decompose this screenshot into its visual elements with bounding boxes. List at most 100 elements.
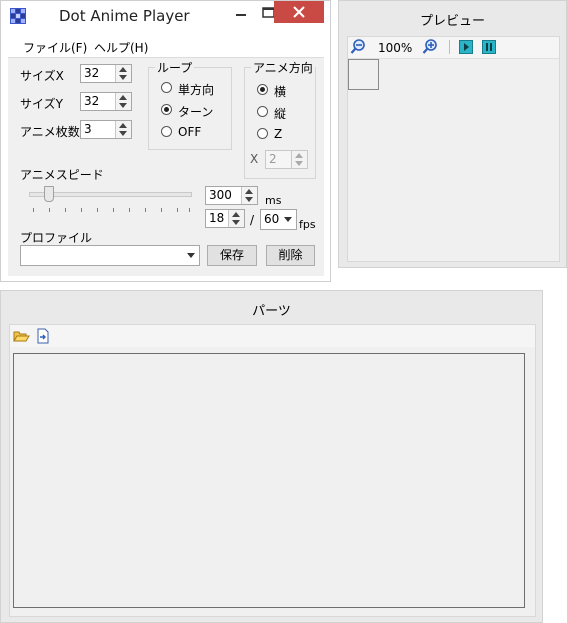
frames-per-value: 18 [209,211,225,225]
slider-tick [161,208,162,212]
radio-circle[interactable] [257,106,268,117]
slider-tick [97,208,98,212]
spin-down-icon[interactable] [245,197,253,202]
divider-slash: / [250,213,255,227]
spin-up-icon [295,153,303,158]
menu-file[interactable]: ファイル(F) [23,39,87,56]
fps-select[interactable]: 60 [260,209,297,230]
size-y-value: 32 [84,94,100,108]
loop-turn-label: ターン [178,105,214,119]
frames-spin-arrows[interactable] [115,121,131,138]
frames-per-spinner[interactable]: 18 [205,209,245,228]
radio-circle[interactable] [161,126,172,137]
parts-client-area [9,324,536,617]
direction-x-spinner: 2 [265,150,308,169]
preview-canvas [348,59,379,90]
zoom-level: 100% [378,41,413,55]
preview-title: プレビュー [419,14,485,29]
size-y-spin-arrows[interactable] [115,93,131,110]
spin-down-icon[interactable] [119,103,127,108]
spin-up-icon[interactable] [119,95,127,100]
direction-x-value: 2 [269,152,277,166]
direction-vertical-label: 縦 [274,107,287,121]
slider-tick [113,208,114,212]
minimize-button[interactable] [226,1,256,23]
spin-down-icon[interactable] [119,131,127,136]
loop-group: ループ 単方向 ターン OFF [148,59,232,150]
direction-x-label: X [250,152,259,166]
radio-circle-selected[interactable] [161,104,172,115]
size-x-spinner[interactable]: 32 [80,64,132,83]
spin-up-icon[interactable] [245,189,253,194]
profile-label: プロファイル [20,231,93,245]
loop-group-title: ループ [155,59,195,76]
title-bar[interactable]: Dot Anime Player [1,1,330,31]
direction-x-spin-arrows [291,151,307,168]
slider-tick [189,208,190,212]
preview-toolbar: 100% [348,37,559,59]
direction-group-title: アニメ方向 [251,59,315,76]
slider-tick [81,208,82,212]
spin-down-icon [295,161,303,166]
size-x-value: 32 [84,66,100,80]
radio-circle[interactable] [257,128,268,139]
radio-circle-selected[interactable] [257,84,268,95]
frames-per-spin-arrows[interactable] [228,210,244,227]
chevron-down-icon[interactable] [284,217,292,222]
menu-help[interactable]: ヘルプ(H) [94,39,148,56]
toolbar-separator [449,40,450,54]
frames-value: 3 [84,122,92,136]
close-icon [293,6,305,18]
ms-spinner[interactable]: 300 [205,186,258,205]
slider-tick [49,208,50,212]
direction-horizontal-label: 横 [274,85,287,99]
minimize-icon [236,14,246,16]
slider-tick [129,208,130,212]
parts-list[interactable] [13,353,525,608]
parts-title: パーツ [252,304,291,319]
size-y-label: サイズY [20,97,63,111]
ms-spin-arrows[interactable] [241,187,257,204]
import-file-icon[interactable] [36,328,50,344]
zoom-out-icon[interactable] [350,39,366,55]
preview-window: プレビュー 100% [338,0,567,268]
fps-select-value: 60 [264,212,280,226]
ms-unit: ms [265,194,282,207]
delete-button[interactable]: 削除 [266,245,315,266]
play-button[interactable] [459,40,473,54]
chevron-down-icon[interactable] [187,253,195,258]
open-folder-icon[interactable] [13,329,30,343]
save-button[interactable]: 保存 [207,245,257,266]
pause-button[interactable] [482,40,496,54]
loop-off-label: OFF [178,125,202,139]
parts-window: パーツ [0,290,543,623]
profile-select[interactable] [20,245,200,266]
speed-label: アニメスピード [20,168,104,182]
preview-client-area: 100% [347,36,560,262]
fps-unit: fps [299,218,316,231]
speed-slider-thumb[interactable] [44,186,54,202]
spin-up-icon[interactable] [232,212,240,217]
app-icon [10,8,26,24]
pause-icon [486,43,492,51]
ms-value: 300 [209,188,232,202]
window-title: Dot Anime Player [59,7,190,25]
radio-circle[interactable] [161,82,172,93]
slider-tick [65,208,66,212]
spin-down-icon[interactable] [119,75,127,80]
main-window: Dot Anime Player ファイル(F) ヘルプ(H) サイズX 32 … [0,0,331,282]
size-y-spinner[interactable]: 32 [80,92,132,111]
spin-up-icon[interactable] [119,67,127,72]
main-client-area: サイズX 32 サイズY 32 アニメ枚数 3 ループ 単方向 ターン OFF … [8,58,324,276]
zoom-in-icon[interactable] [422,39,438,55]
slider-tick [145,208,146,212]
spin-up-icon[interactable] [119,123,127,128]
slider-tick [177,208,178,212]
direction-group: アニメ方向 横 縦 Z X 2 [244,59,316,179]
close-button[interactable] [274,1,324,23]
spin-down-icon[interactable] [232,220,240,225]
size-x-spin-arrows[interactable] [115,65,131,82]
play-icon [464,43,469,51]
frames-spinner[interactable]: 3 [80,120,132,139]
frames-label: アニメ枚数 [20,125,80,139]
